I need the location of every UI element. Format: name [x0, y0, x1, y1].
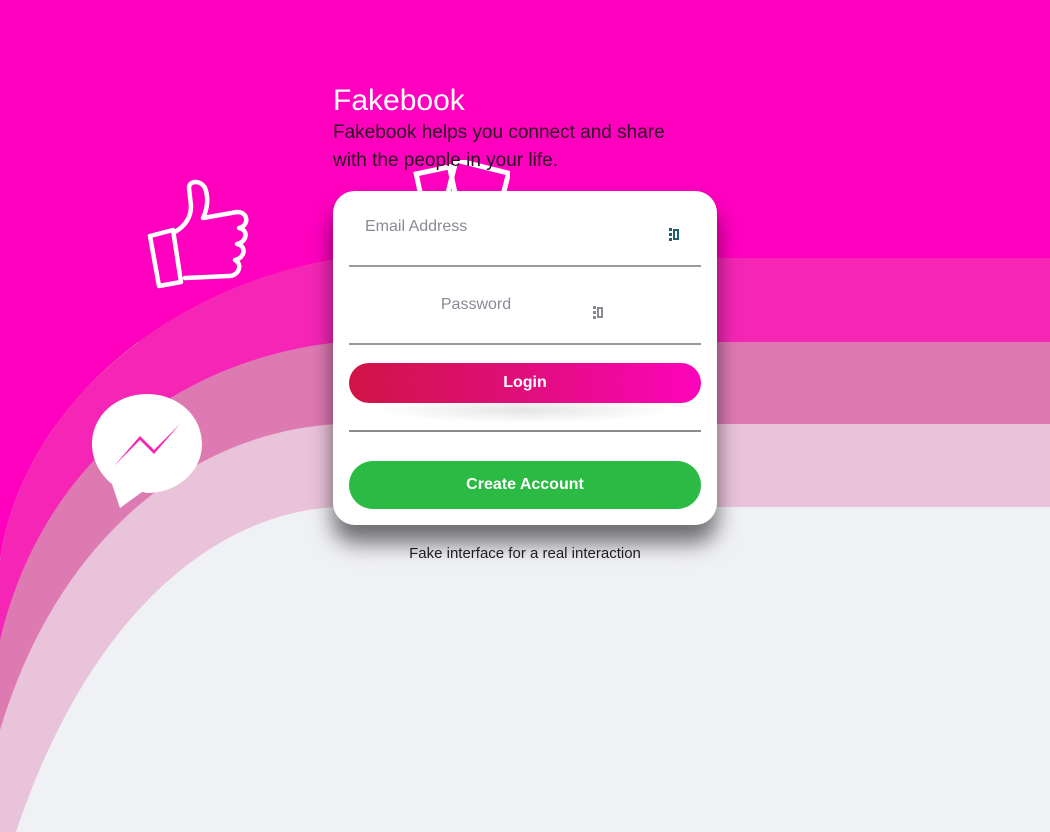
thumbs-up-icon — [147, 179, 249, 289]
password-input[interactable] — [349, 277, 701, 333]
login-card: Login Create Account — [333, 191, 717, 525]
create-account-button[interactable]: Create Account — [349, 461, 701, 509]
brand-title: Fakebook — [333, 84, 465, 117]
password-field-wrapper — [349, 269, 701, 345]
email-field-wrapper — [349, 191, 701, 267]
divider — [349, 430, 701, 432]
messenger-icon — [92, 394, 202, 508]
tagline: Fakebook helps you connect and share wit… — [333, 122, 665, 171]
password-manager-key-icon[interactable] — [592, 305, 604, 321]
login-button[interactable]: Login — [349, 363, 701, 403]
login-page: Fakebook Fakebook helps you connect and … — [0, 0, 1050, 832]
footer-note: Fake interface for a real interaction — [409, 545, 641, 562]
password-manager-key-icon[interactable] — [668, 227, 680, 243]
email-input[interactable] — [349, 191, 701, 247]
